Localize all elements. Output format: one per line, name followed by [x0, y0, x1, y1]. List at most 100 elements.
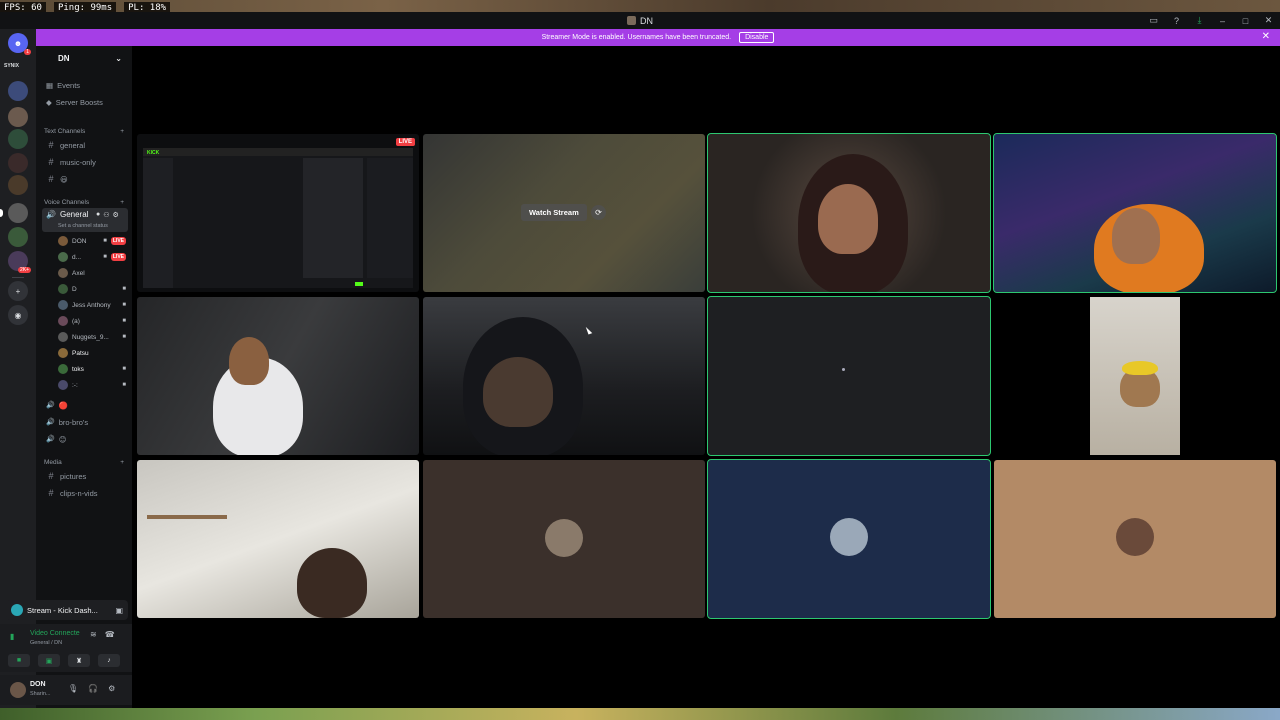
add-server-icon[interactable]: + [8, 281, 28, 301]
screen-icon[interactable]: ▣ [115, 606, 123, 615]
member-name: D [72, 285, 77, 293]
inbox-icon[interactable]: ▭ [1142, 15, 1165, 26]
camera-icon: ■ [103, 238, 107, 244]
member-row[interactable]: (a) ■ [58, 314, 126, 328]
events-link[interactable]: ▦ Events [46, 78, 80, 92]
video-tile-member[interactable] [137, 297, 419, 455]
server-icon-7[interactable]: 2K+ [8, 251, 31, 273]
close-window-icon[interactable]: ✕ [1257, 15, 1280, 26]
banner-message: Streamer Mode is enabled. Usernames have… [541, 34, 732, 41]
member-row[interactable]: D ■ [58, 282, 126, 296]
channel-general[interactable]: # general [46, 138, 85, 152]
stream-tile-hidden[interactable]: Watch Stream ⟳ [423, 134, 705, 292]
member-row[interactable]: toks ■ [58, 362, 126, 376]
screen-share-button[interactable]: ▣ [38, 654, 60, 667]
activity-button[interactable]: ♜ [68, 654, 90, 667]
participant-face [229, 337, 269, 385]
channel-music-only[interactable]: # music-only [46, 155, 96, 169]
video-tile-member[interactable] [993, 133, 1277, 293]
member-row[interactable]: Nuggets_9... ■ [58, 330, 126, 344]
member-row[interactable]: d... ■ LIVE [58, 250, 126, 264]
avatar [58, 268, 68, 278]
discord-home-icon[interactable]: ☻ 1 [8, 33, 31, 55]
video-tile-member[interactable] [707, 296, 991, 456]
audio-tile-member[interactable] [423, 460, 705, 618]
server-boosts-link[interactable]: ◆ Server Boosts [46, 95, 103, 109]
minimize-icon[interactable]: – [1211, 16, 1234, 26]
maximize-icon[interactable]: □ [1234, 16, 1257, 26]
download-icon[interactable]: ⤓ [1188, 15, 1211, 26]
category-media[interactable]: Media + [44, 456, 124, 468]
voice-channel-bro-bros[interactable]: 🔊 bro-bro's [46, 415, 88, 429]
server-icon-2[interactable] [8, 107, 28, 127]
server-icon-1[interactable] [8, 81, 28, 101]
discover-icon[interactable]: ◉ [8, 305, 28, 325]
noise-suppression-icon[interactable]: ≋ [90, 630, 97, 639]
invite-icon[interactable]: ⚇ [103, 211, 109, 219]
member-row[interactable]: Axel [58, 266, 126, 280]
desktop-wallpaper-top [0, 0, 1280, 12]
loading-dot [842, 368, 845, 371]
watch-stream-button[interactable]: Watch Stream [521, 204, 587, 221]
camera-button[interactable]: ■ [8, 654, 30, 667]
voice-channel-label: 😊 [58, 434, 67, 444]
server-icon-3[interactable] [8, 129, 28, 149]
microphone-icon[interactable]: 🎙 [68, 684, 78, 693]
streamer-mode-banner: Streamer Mode is enabled. Usernames have… [36, 29, 1280, 46]
channel-emoji[interactable]: # 😃 [46, 172, 67, 186]
voice-connected-title[interactable]: Video Connecte [30, 630, 80, 637]
audio-tile-member[interactable] [994, 460, 1276, 618]
category-text-channels[interactable]: Text Channels + [44, 125, 124, 137]
add-channel-icon[interactable]: + [120, 128, 124, 135]
soundboard-button[interactable]: ♪ [98, 654, 120, 667]
channel-status[interactable]: Set a channel status [58, 223, 108, 229]
member-row[interactable]: :-: ■ [58, 378, 126, 392]
video-tile-member[interactable] [707, 133, 991, 293]
disable-streamer-mode-button[interactable]: Disable [739, 32, 775, 43]
help-icon[interactable]: ? [1165, 16, 1188, 26]
channel-label: pictures [60, 471, 87, 481]
close-banner-icon[interactable]: ✕ [1262, 31, 1270, 42]
member-row[interactable]: Jess Anthony ■ [58, 298, 126, 312]
stream-preview-panel[interactable]: Stream - Kick Dash... ▣ [6, 600, 128, 620]
category-label: Media [44, 458, 62, 466]
avatar[interactable] [10, 682, 26, 698]
channel-pictures[interactable]: # pictures [46, 469, 86, 483]
window-title-text: DN [640, 15, 653, 26]
kick-logo: KICK [147, 150, 160, 156]
category-voice-channels[interactable]: Voice Channels + [44, 196, 124, 208]
server-icon-5[interactable] [8, 175, 28, 195]
gear-icon[interactable]: ⚙ [108, 684, 115, 693]
username[interactable]: DON [30, 681, 46, 688]
member-row[interactable]: DON ■ LIVE [58, 234, 126, 248]
disconnect-icon[interactable]: ☎ [105, 630, 115, 639]
mention-badge: 1 [24, 49, 31, 55]
member-name: Nuggets_9... [72, 333, 109, 341]
camera-icon: ■ [122, 382, 126, 388]
server-header[interactable]: DN ⌄ [36, 46, 132, 70]
add-channel-icon[interactable]: + [120, 459, 124, 466]
server-icon-4[interactable] [8, 153, 28, 173]
user-controls: 🎙 🎧 ⚙ [68, 684, 115, 693]
video-tile-member[interactable] [423, 297, 705, 455]
add-channel-icon[interactable]: + [120, 199, 124, 206]
camera-icon: ■ [122, 318, 126, 324]
avatar [58, 332, 68, 342]
video-tile-member[interactable] [994, 297, 1276, 455]
video-tile-member[interactable] [137, 460, 419, 618]
server-icon-dn[interactable] [8, 203, 28, 223]
channel-clips-n-vids[interactable]: # clips-n-vids [46, 486, 97, 500]
audio-tile-member[interactable] [707, 459, 991, 619]
voice-channel-red[interactable]: 🔊 🔴 [46, 398, 68, 412]
popout-icon[interactable]: ⟳ [591, 205, 606, 220]
voice-connected-subtitle[interactable]: General / DN [30, 640, 62, 646]
stream-tile-don[interactable]: KICK LIVE [137, 134, 419, 292]
server-icon-6[interactable] [8, 227, 28, 247]
chat-icon[interactable]: ● [96, 211, 100, 219]
member-row[interactable]: Patsu [58, 346, 126, 360]
camera-icon: ■ [122, 302, 126, 308]
voice-channel-emoji[interactable]: 🔊 😊 [46, 432, 67, 446]
headphones-icon[interactable]: 🎧 [88, 684, 98, 693]
gear-icon[interactable]: ⚙ [113, 211, 119, 219]
channel-label: music-only [60, 157, 96, 167]
